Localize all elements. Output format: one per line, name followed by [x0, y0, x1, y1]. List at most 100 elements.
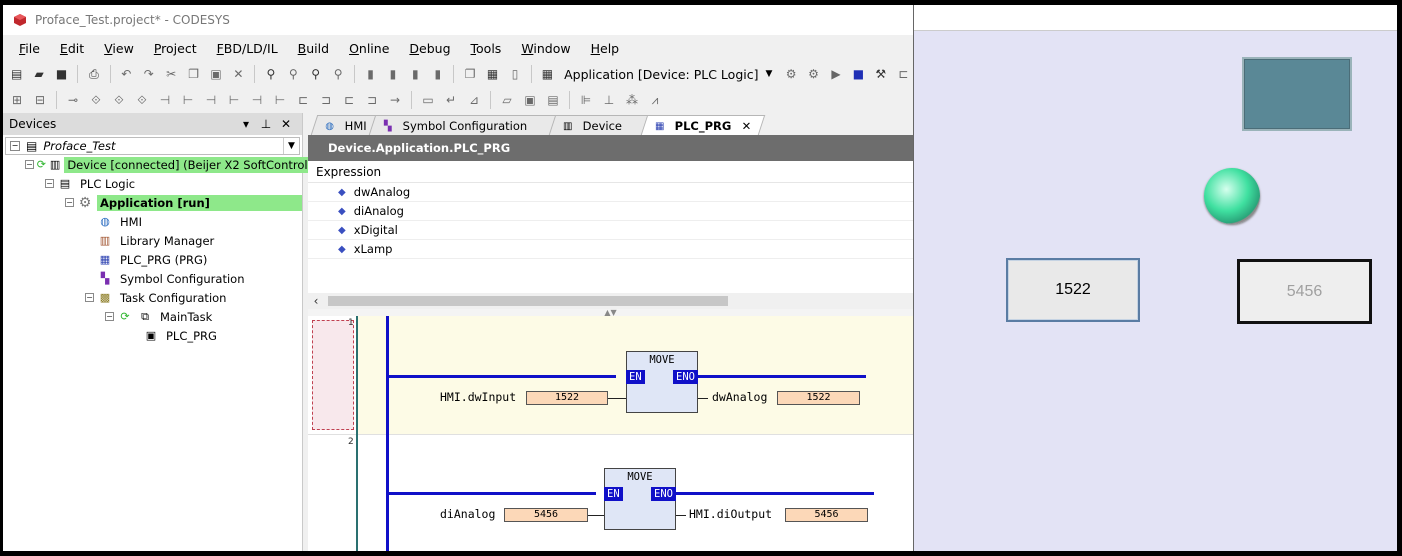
collapse-icon[interactable]: − [10, 141, 20, 151]
print-icon[interactable]: ⎙ [84, 65, 103, 83]
menu-online[interactable]: Online [339, 41, 399, 56]
online-value-box[interactable]: 5456 [504, 508, 588, 522]
insert-assignment-icon[interactable]: ⊸ [63, 91, 83, 109]
menu-fbd-ld-il[interactable]: FBD/LD/IL [207, 41, 288, 56]
splitter-handle[interactable]: ▲▼ [308, 309, 913, 317]
collapse-icon[interactable]: − [105, 312, 114, 321]
online-value-box[interactable]: 1522 [526, 391, 608, 405]
window-icon[interactable]: ❐ [460, 65, 479, 83]
input-variable-label[interactable]: HMI.dwInput [440, 390, 516, 404]
build-icon[interactable]: ▦ [483, 65, 502, 83]
arrow-right-icon[interactable]: → [385, 91, 405, 109]
reset-icon[interactable]: ⚒ [871, 65, 890, 83]
align-icon[interactable]: ⊫ [576, 91, 596, 109]
start-icon[interactable]: ▶ [826, 65, 845, 83]
tree-item-task-configuration[interactable]: − ▩ Task Configuration [3, 288, 302, 307]
insert-contact-icon[interactable]: ⟐ [132, 91, 152, 109]
menu-tools[interactable]: Tools [461, 41, 512, 56]
tree-item-plc-prg-call[interactable]: ▣ PLC_PRG [3, 326, 302, 345]
output-variable-label[interactable]: HMI.diOutput [689, 507, 772, 521]
network-insert-below-icon[interactable]: ⊟ [30, 91, 50, 109]
scroll-left-icon[interactable]: ‹ [308, 294, 324, 308]
active-application-select[interactable]: Application [Device: PLC Logic] [560, 67, 762, 82]
insert-box-en-icon[interactable]: ⟐ [109, 91, 129, 109]
undo-icon[interactable]: ↶ [117, 65, 136, 83]
move-function-block[interactable]: MOVE EN ENO [604, 468, 676, 530]
menu-debug[interactable]: Debug [399, 41, 460, 56]
menu-help[interactable]: Help [581, 41, 630, 56]
collapse-icon[interactable]: − [85, 293, 94, 302]
align-bottom-icon[interactable]: ⊥ [599, 91, 619, 109]
menu-view[interactable]: View [94, 41, 144, 56]
tab-device[interactable]: ▥ Device [549, 115, 654, 135]
bookmark-icon[interactable]: ▮ [361, 65, 380, 83]
stop-icon[interactable]: ■ [849, 65, 868, 83]
insert-parallel-contact-icon[interactable]: ⊢ [178, 91, 198, 109]
pin-icon[interactable]: ⊥ [256, 117, 276, 131]
remove-unused-icon[interactable]: ⩘ [645, 91, 665, 109]
new-project-icon[interactable]: ▤ [7, 65, 26, 83]
insert-return-icon[interactable]: ⊏ [293, 91, 313, 109]
insert-set-coil-icon[interactable]: ⊢ [224, 91, 244, 109]
online-value-box[interactable]: 1522 [777, 391, 860, 405]
bookmark-clear-icon[interactable]: ▮ [428, 65, 447, 83]
open-project-icon[interactable]: ▰ [29, 65, 48, 83]
output-variable-label[interactable]: dwAnalog [712, 390, 767, 404]
insert-box-icon[interactable]: ⟐ [86, 91, 106, 109]
save-icon[interactable]: ■ [52, 65, 71, 83]
tab-symbol-configuration[interactable]: ▚ Symbol Configuration [368, 115, 562, 135]
tree-root-project[interactable]: − ▤ Proface_Test ▼ [5, 137, 300, 155]
insert-jump-icon[interactable]: ⊢ [270, 91, 290, 109]
cut-icon[interactable]: ✂ [161, 65, 180, 83]
set-reset-icon[interactable]: ▤ [543, 91, 563, 109]
tree-item-maintask[interactable]: − ⟳ ⧉ MainTask [3, 307, 302, 326]
watch-row[interactable]: ◆ diAnalog [308, 202, 913, 221]
menu-file[interactable]: File [9, 41, 50, 56]
chevron-down-icon[interactable]: ▼ [765, 69, 772, 79]
tab-plc-prg[interactable]: ▦ PLC_PRG ✕ [640, 115, 766, 135]
paste-icon[interactable]: ▣ [206, 65, 225, 83]
watch-row[interactable]: ◆ dwAnalog [308, 183, 913, 202]
network-1-selection[interactable] [312, 320, 354, 430]
edge-detect-icon[interactable]: ▣ [520, 91, 540, 109]
insert-input-icon[interactable]: ⊏ [339, 91, 359, 109]
replace-all-icon[interactable]: ⚲ [328, 65, 347, 83]
online-value-box[interactable]: 5456 [785, 508, 868, 522]
copy-icon[interactable]: ❐ [184, 65, 203, 83]
close-icon[interactable]: ✕ [276, 117, 296, 131]
menu-edit[interactable]: Edit [50, 41, 94, 56]
close-icon[interactable]: ✕ [741, 119, 751, 133]
horizontal-scrollbar[interactable]: ‹ [308, 293, 913, 309]
update-params-icon[interactable]: ⁂ [622, 91, 642, 109]
insert-ret-icon[interactable]: ↵ [441, 91, 461, 109]
redo-icon[interactable]: ↷ [139, 65, 158, 83]
watch-row[interactable]: ◆ xDigital [308, 221, 913, 240]
panel-menu-icon[interactable]: ▾ [236, 117, 256, 131]
menu-window[interactable]: Window [511, 41, 580, 56]
tree-item-hmi[interactable]: ◍ HMI [3, 212, 302, 231]
tree-item-plc-logic[interactable]: − ▤ PLC Logic [3, 174, 302, 193]
login-icon[interactable]: ⚙ [781, 65, 800, 83]
collapse-icon[interactable]: − [65, 198, 74, 207]
insert-reset-coil-icon[interactable]: ⊣ [247, 91, 267, 109]
tree-item-plc-prg[interactable]: ▦ PLC_PRG (PRG) [3, 250, 302, 269]
tree-item-symbol-configuration[interactable]: ▚ Symbol Configuration [3, 269, 302, 288]
collapse-icon[interactable]: − [25, 160, 34, 169]
tree-item-application[interactable]: − ⚙ Application [run] [3, 193, 302, 212]
replace-icon[interactable]: ⚲ [306, 65, 325, 83]
tree-item-device[interactable]: − ⟳ ▥ Device [connected] (Beijer X2 Soft… [3, 155, 316, 174]
insert-coil-icon[interactable]: ⊣ [201, 91, 221, 109]
insert-branch-icon[interactable]: ⊐ [316, 91, 336, 109]
insert-comment-icon[interactable]: ⊿ [464, 91, 484, 109]
tree-item-library-manager[interactable]: ▥ Library Manager [3, 231, 302, 250]
find-icon[interactable]: ⚲ [261, 65, 280, 83]
insert-negated-contact-icon[interactable]: ⊣ [155, 91, 175, 109]
watch-row[interactable]: ◆ xLamp [308, 240, 913, 259]
scrollbar-thumb[interactable] [328, 296, 728, 306]
menu-project[interactable]: Project [144, 41, 207, 56]
input-variable-label[interactable]: diAnalog [440, 507, 495, 521]
insert-output-icon[interactable]: ⊐ [362, 91, 382, 109]
collapse-icon[interactable]: − [45, 179, 54, 188]
negate-icon[interactable]: ▱ [497, 91, 517, 109]
logout-icon[interactable]: ⚙ [804, 65, 823, 83]
